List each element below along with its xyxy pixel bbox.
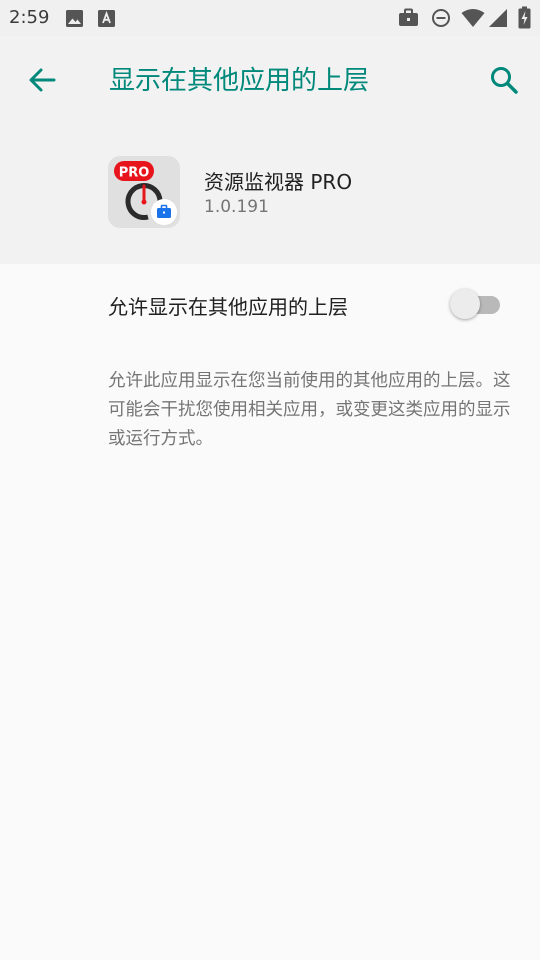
image-icon	[66, 10, 83, 27]
app-name: 资源监视器 PRO	[204, 170, 353, 194]
app-info-header: PRO 资源监视器 PRO 1.0.191	[0, 121, 540, 264]
text-a-icon	[98, 10, 115, 27]
do-not-disturb-icon	[432, 9, 450, 27]
wifi-icon	[461, 9, 485, 27]
allow-overlay-toggle[interactable]	[450, 287, 502, 321]
battery-charging-icon	[518, 6, 531, 29]
app-bar: 显示在其他应用的上层	[0, 36, 540, 121]
back-button[interactable]	[20, 58, 64, 102]
svg-text:PRO: PRO	[119, 166, 150, 181]
toggle-thumb	[450, 289, 480, 319]
app-icon: PRO	[108, 156, 180, 228]
page-title: 显示在其他应用的上层	[109, 66, 370, 96]
arrow-back-icon	[29, 68, 56, 92]
status-time: 2:59	[9, 7, 50, 28]
search-button[interactable]	[482, 58, 526, 102]
app-version: 1.0.191	[204, 197, 269, 217]
setting-label: 允许显示在其他应用的上层	[108, 295, 348, 319]
allow-overlay-setting[interactable]: 允许显示在其他应用的上层	[0, 264, 540, 344]
search-icon	[491, 67, 518, 94]
briefcase-icon	[399, 8, 418, 26]
status-bar: 2:59	[0, 0, 540, 36]
signal-icon	[489, 9, 507, 27]
setting-description: 允许此应用显示在您当前使用的其他应用的上层。这可能会干扰您使用相关应用，或变更这…	[108, 371, 511, 449]
